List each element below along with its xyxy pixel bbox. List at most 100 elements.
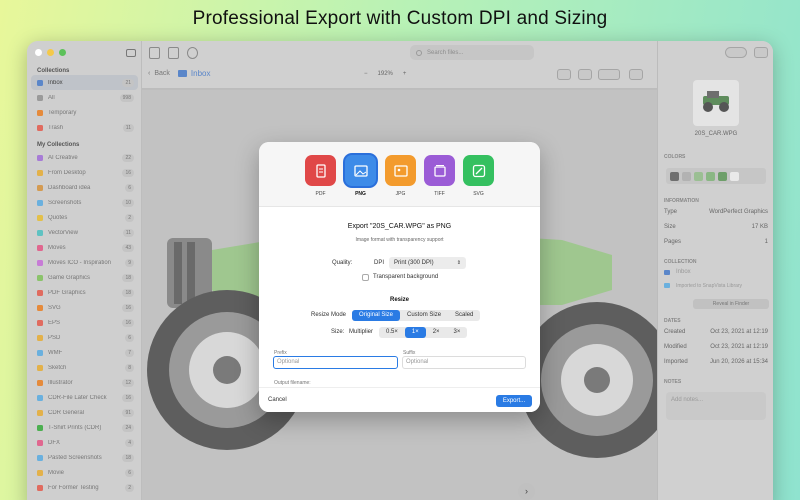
- my-collection-item[interactable]: For Former Testing 2: [31, 480, 138, 495]
- resize-mode-option[interactable]: Original Size: [352, 310, 401, 321]
- my-collection-item[interactable]: Sketch 8: [31, 360, 138, 375]
- format-picker: PDF PNG JPG TIFF SVG: [259, 142, 540, 207]
- my-collection-item[interactable]: CDR General 91: [31, 405, 138, 420]
- my-collection-item[interactable]: Screenshots 10: [31, 195, 138, 210]
- dpi-select[interactable]: Print (300 DPI) ⇕: [389, 257, 466, 269]
- format-option-svg[interactable]: SVG: [463, 155, 494, 197]
- collection-imported-label: Imported to SnapVista Library: [676, 283, 743, 289]
- export-menu-icon[interactable]: [598, 69, 620, 80]
- info-key: Pages: [664, 239, 682, 245]
- multiplier-option[interactable]: 2×: [426, 327, 447, 338]
- format-option-tiff[interactable]: TIFF: [424, 155, 455, 197]
- multiplier-option[interactable]: 1×: [404, 327, 426, 338]
- minimize-window-button[interactable]: [47, 49, 54, 56]
- print-icon[interactable]: [187, 47, 198, 59]
- my-collection-item[interactable]: From Desktop 16: [31, 165, 138, 180]
- my-collection-item-count: 16: [122, 303, 134, 312]
- collection-item[interactable]: Trash 11: [31, 120, 138, 135]
- my-collection-item[interactable]: Movie 6: [31, 465, 138, 480]
- collection-inbox-row: Inbox: [664, 269, 768, 275]
- next-page-button[interactable]: ›: [518, 483, 535, 500]
- dialog-footer: Cancel Export...: [259, 387, 540, 412]
- my-collection-item[interactable]: T-Shirt Prints (CDR) 24: [31, 420, 138, 435]
- close-window-button[interactable]: [35, 49, 42, 56]
- chevron-left-icon[interactable]: ‹: [148, 70, 150, 77]
- collection-item[interactable]: Inbox 21: [31, 75, 138, 90]
- my-collection-item-label: CDR-File Later Check: [48, 394, 107, 401]
- toolbar: Search files... ‹ Back Inbox − 192% +: [142, 41, 657, 89]
- format-label: PDF: [315, 191, 326, 197]
- info-value: 1: [764, 239, 768, 245]
- suffix-input[interactable]: Optional: [402, 356, 526, 369]
- size-label: Size:: [331, 329, 345, 335]
- collection-inbox-label: Inbox: [676, 269, 691, 275]
- info-value: Oct 23, 2021 at 12:19: [710, 344, 768, 350]
- my-collection-item[interactable]: EPS 16: [31, 315, 138, 330]
- rotate-icon[interactable]: [557, 69, 571, 80]
- color-swatch[interactable]: [694, 171, 703, 181]
- transparent-background-checkbox[interactable]: [362, 274, 369, 281]
- my-collection-item-count: 16: [122, 168, 134, 177]
- zoom-window-button[interactable]: [59, 49, 66, 56]
- my-collection-item-count: 6: [125, 333, 134, 342]
- inspector-toggle-icon[interactable]: [754, 47, 768, 58]
- information-heading: INFORMATION: [664, 198, 699, 204]
- sidebar-toggle-icon[interactable]: [126, 49, 136, 57]
- search-field[interactable]: Search files...: [410, 45, 534, 60]
- my-collection-item[interactable]: PDF Graphics 18: [31, 285, 138, 300]
- my-collection-item[interactable]: Game Graphics 18: [31, 270, 138, 285]
- color-swatch[interactable]: [730, 171, 739, 181]
- reveal-in-finder-button[interactable]: Reveal in Finder: [693, 299, 769, 309]
- format-option-png[interactable]: PNG: [345, 155, 376, 197]
- my-collection-item-count: 43: [122, 243, 134, 252]
- promo-headline: Professional Export with Custom DPI and …: [192, 8, 608, 29]
- collection-item[interactable]: Temporary: [31, 105, 138, 120]
- collection-icon: [37, 94, 43, 101]
- notes-input[interactable]: Add notes...: [666, 392, 766, 420]
- inspector-panel: 20S_CAR.WPG COLORS INFORMATION Type WordP…: [657, 41, 773, 500]
- color-swatch[interactable]: [706, 171, 715, 181]
- info-row: Size 17 KB: [664, 224, 768, 230]
- color-swatch[interactable]: [718, 171, 727, 181]
- color-swatch[interactable]: [682, 171, 691, 181]
- info-row: Pages 1: [664, 239, 768, 245]
- my-collection-item[interactable]: Moves 43: [31, 240, 138, 255]
- prefix-input[interactable]: Optional: [273, 356, 398, 369]
- my-collection-item-count: 2: [125, 483, 134, 492]
- share-icon[interactable]: [168, 47, 179, 59]
- info-value: WordPerfect Graphics: [709, 209, 768, 215]
- my-collection-item[interactable]: Moves ICO - Inspiration 9: [31, 255, 138, 270]
- new-document-icon[interactable]: [149, 47, 160, 59]
- format-option-pdf[interactable]: PDF: [305, 155, 336, 197]
- my-collection-item[interactable]: AI Creative 22: [31, 150, 138, 165]
- my-collection-item[interactable]: Illustrator 12: [31, 375, 138, 390]
- format-option-jpg[interactable]: JPG: [385, 155, 416, 197]
- my-collection-item[interactable]: SVG 16: [31, 300, 138, 315]
- resize-mode-option[interactable]: Scaled: [448, 310, 480, 321]
- zoom-out-button[interactable]: −: [364, 71, 368, 77]
- my-collection-item[interactable]: Pasted Screenshots 18: [31, 450, 138, 465]
- inbox-tray-icon: [177, 70, 187, 77]
- my-collection-item[interactable]: VectorView 11: [31, 225, 138, 240]
- palette-icon[interactable]: [725, 47, 747, 58]
- multiplier-option[interactable]: 0.5×: [379, 327, 405, 338]
- my-collection-item-count: 12: [122, 378, 134, 387]
- duplicate-icon[interactable]: [578, 69, 592, 80]
- back-button[interactable]: Back: [154, 70, 170, 77]
- my-collection-item[interactable]: CDR-File Later Check 16: [31, 390, 138, 405]
- my-collection-item[interactable]: Dashboard idea 6: [31, 180, 138, 195]
- collection-icon: [37, 229, 43, 236]
- collection-item[interactable]: All 998: [31, 90, 138, 105]
- resize-mode-option[interactable]: Custom Size: [400, 310, 448, 321]
- my-collection-item[interactable]: Quotes 2: [31, 210, 138, 225]
- color-swatch[interactable]: [670, 171, 679, 181]
- my-collection-item[interactable]: WMF 7: [31, 345, 138, 360]
- my-collection-item[interactable]: PSD 6: [31, 330, 138, 345]
- multiplier-option[interactable]: 3×: [447, 327, 468, 338]
- my-collection-item-count: 9: [125, 258, 134, 267]
- cancel-button[interactable]: Cancel: [268, 397, 287, 403]
- zoom-in-button[interactable]: +: [403, 71, 407, 77]
- trash-icon[interactable]: [629, 69, 643, 80]
- my-collection-item[interactable]: DFX 4: [31, 435, 138, 450]
- export-button[interactable]: Export...: [496, 395, 532, 407]
